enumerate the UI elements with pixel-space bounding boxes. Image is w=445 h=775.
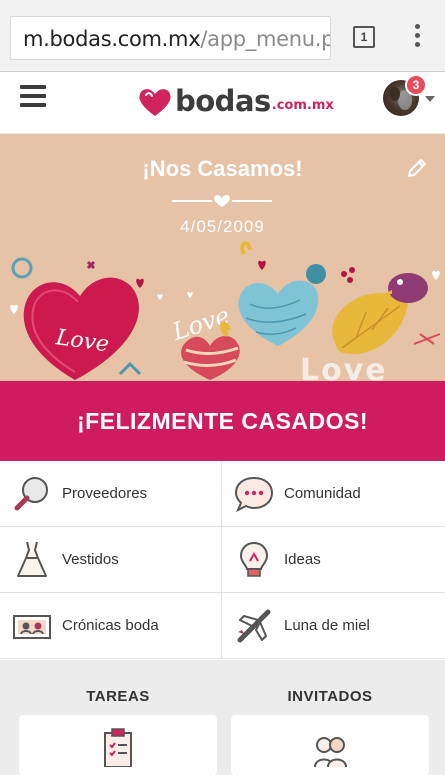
browser-toolbar: m.bodas.com.mx/app_menu.ph 1 — [0, 0, 445, 72]
logo-domain: .com.mx — [271, 98, 334, 113]
menu-label: Ideas — [284, 551, 321, 568]
wedding-banner: ¡Nos Casamos! 4/05/2009 Love Love Love — [0, 134, 445, 381]
menu-item-luna-de-miel[interactable]: Luna de miel — [222, 593, 445, 659]
dress-icon — [17, 541, 47, 577]
tab-switcher-button[interactable]: 1 — [353, 26, 375, 48]
magnifier-icon — [14, 476, 48, 510]
menu-item-cronicas-boda[interactable]: Crónicas boda — [0, 593, 222, 659]
url-host: m.bodas.com.mx — [23, 27, 201, 51]
browser-menu-icon[interactable] — [409, 24, 425, 50]
love-illustration: Love Love Love — [10, 241, 441, 381]
menu-item-vestidos[interactable]: Vestidos — [0, 527, 222, 593]
married-status-label: ¡FELIZMENTE CASADOS! — [76, 408, 369, 434]
banner-title: ¡Nos Casamos! — [142, 156, 303, 181]
url-bar[interactable]: m.bodas.com.mx/app_menu.ph — [10, 16, 331, 60]
heart-divider — [172, 194, 272, 207]
chevron-down-icon[interactable] — [425, 96, 435, 102]
menu-label: Luna de miel — [284, 617, 370, 634]
menu-item-comunidad[interactable]: Comunidad — [222, 461, 445, 527]
love-word-3: Love — [300, 353, 388, 381]
hamburger-menu-icon[interactable] — [20, 85, 46, 107]
menu-label: Vestidos — [62, 551, 119, 568]
url-path: /app_menu.ph — [200, 27, 330, 51]
tasks-section-title: TAREAS — [86, 688, 150, 705]
menu-label: Proveedores — [62, 485, 148, 502]
guests-section-title: INVITADOS — [287, 688, 373, 705]
menu-item-ideas[interactable]: Ideas — [222, 527, 445, 593]
bodas-logo[interactable]: bodas .com.mx — [137, 78, 334, 118]
main-menu-grid: Proveedores Comunidad Vestidos Ideas Cró… — [0, 461, 445, 660]
menu-label: Comunidad — [284, 485, 361, 502]
photo-album-icon — [13, 614, 51, 639]
pencil-edit-icon[interactable] — [405, 156, 429, 180]
summary-sections: TAREAS INVITADOS — [0, 660, 445, 775]
menu-item-proveedores[interactable]: Proveedores — [0, 461, 222, 527]
tasks-card[interactable] — [19, 715, 217, 775]
married-status-banner: ¡FELIZMENTE CASADOS! — [0, 381, 445, 461]
guests-card[interactable] — [231, 715, 429, 775]
lightbulb-icon — [239, 541, 269, 577]
app-header: bodas .com.mx 3 — [0, 72, 445, 134]
airplane-icon — [237, 609, 271, 642]
heart-logo-icon — [139, 89, 171, 116]
chat-bubble-icon — [234, 476, 274, 512]
notification-badge[interactable]: 3 — [405, 74, 427, 96]
logo-text: bodas — [175, 84, 271, 118]
guests-icon — [314, 737, 347, 767]
checklist-icon — [104, 728, 132, 767]
menu-label: Crónicas boda — [62, 617, 159, 634]
